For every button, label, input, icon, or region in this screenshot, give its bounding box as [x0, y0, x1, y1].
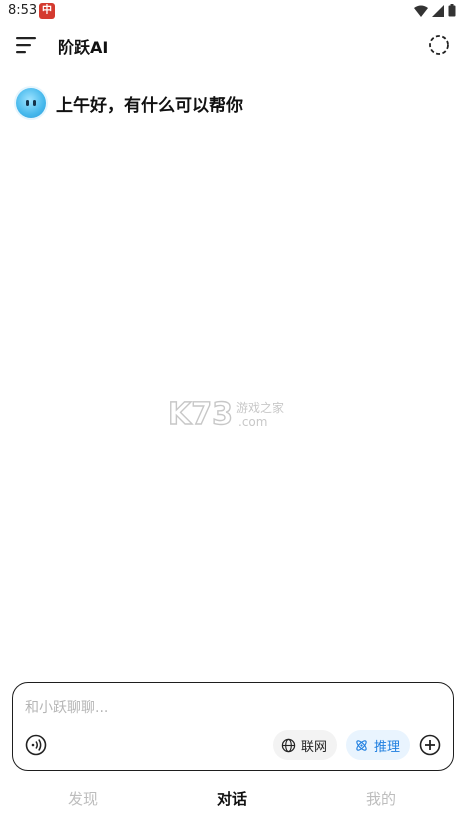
watermark-logo: K73 游戏之家 .com — [168, 396, 284, 432]
chat-input[interactable] — [25, 697, 425, 719]
status-icons — [414, 4, 456, 17]
tab-discover[interactable]: 发现 — [68, 788, 98, 809]
signal-icon — [432, 4, 444, 17]
status-time: 8:53 — [8, 3, 38, 18]
app-header: 阶跃AI — [0, 28, 466, 62]
globe-icon — [281, 738, 296, 752]
web-search-label: 联网 — [301, 739, 328, 755]
dashed-circle-icon[interactable] — [428, 34, 450, 56]
reasoning-label: 推理 — [374, 739, 401, 755]
app-title: 阶跃AI — [58, 38, 109, 57]
assistant-avatar — [16, 88, 46, 118]
add-attachment-icon[interactable] — [419, 734, 441, 756]
battery-icon — [448, 4, 456, 17]
notification-app-icon: 中 — [39, 3, 55, 19]
voice-input-icon[interactable] — [25, 734, 47, 756]
watermark-main: K73 — [168, 397, 233, 432]
tab-chat[interactable]: 对话 — [217, 788, 247, 809]
wifi-icon — [414, 5, 428, 17]
watermark-domain: .com — [238, 415, 267, 429]
web-search-toggle[interactable]: 联网 — [273, 730, 338, 760]
avatar-eye-left — [26, 100, 29, 106]
tab-mine[interactable]: 我的 — [366, 788, 396, 809]
menu-icon[interactable] — [16, 36, 38, 54]
reasoning-toggle[interactable]: 推理 — [346, 730, 411, 760]
atom-icon — [356, 739, 367, 751]
status-bar: 8:53 中 — [0, 0, 466, 24]
greeting-text: 上午好，有什么可以帮你 — [56, 95, 243, 116]
greeting: 上午好，有什么可以帮你 — [16, 88, 243, 118]
avatar-eye-right — [33, 100, 36, 106]
watermark-cn: 游戏之家 — [236, 400, 284, 415]
bottom-nav: 发现 对话 我的 — [0, 780, 466, 816]
chat-composer: 联网 推理 — [12, 682, 454, 771]
